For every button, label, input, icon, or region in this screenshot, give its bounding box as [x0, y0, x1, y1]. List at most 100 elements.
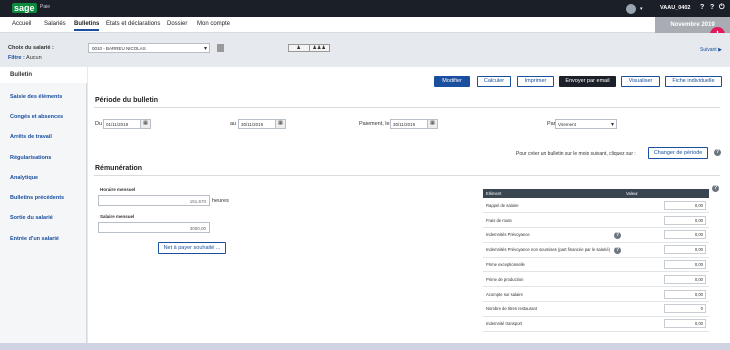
app-name: Paie	[40, 4, 51, 10]
payment-method-value: Virement	[558, 122, 576, 127]
help-icon[interactable]: ?	[614, 232, 621, 240]
row-label: Rappel de salaire	[486, 202, 519, 208]
send-email-button[interactable]: Envoyer par email	[559, 76, 616, 87]
help-icon[interactable]: ?	[700, 4, 704, 11]
filter-value: Aucun	[26, 55, 42, 61]
calendar-icon[interactable]: ▦	[275, 120, 285, 128]
calendar-icon[interactable]: ▦	[427, 120, 437, 128]
user-name[interactable]: VAAU_0402	[660, 5, 690, 11]
sidebar-item-saisie[interactable]: Saisie des éléments	[10, 94, 62, 100]
row-value-input[interactable]: 0,00	[664, 260, 706, 270]
date-paiement-value: 30/11/2019	[393, 122, 416, 127]
help-icon[interactable]: ?	[614, 246, 621, 254]
table-row: Frais de route 0,00	[483, 212, 709, 229]
row-value-input[interactable]: 0,00	[664, 200, 706, 210]
filter[interactable]: Filtre : Aucun	[8, 55, 42, 61]
row-label: Frais de route	[486, 217, 512, 223]
nav-accueil[interactable]: Accueil	[12, 21, 31, 27]
nav-salaries[interactable]: Salariés	[44, 21, 66, 27]
visualiser-button[interactable]: Visualiser	[621, 76, 660, 87]
employee-label: Choix du salarié :	[8, 45, 54, 51]
periode-title: Période du bulletin	[95, 97, 159, 104]
fiche-individuelle-button[interactable]: Fiche individuelle	[665, 76, 722, 87]
group-icon[interactable]: ♟♟♟	[310, 45, 330, 51]
header-valeur: Valeur	[623, 189, 709, 198]
payment-method-select[interactable]: Virement ▾	[555, 119, 617, 129]
row-value-input[interactable]: 0,00	[664, 230, 706, 240]
chevron-down-icon: ▾	[203, 46, 207, 52]
list-icon[interactable]	[217, 44, 224, 52]
sidebar-item-sortie[interactable]: Sortie du salarié	[10, 215, 53, 221]
date-paiement-input[interactable]: 30/11/2019 ▦	[390, 119, 438, 129]
row-value-cell: 0,00	[623, 242, 709, 258]
date-au-input[interactable]: 30/11/2019 ▦	[238, 119, 286, 129]
next-link[interactable]: Suivant ▶	[700, 47, 722, 53]
single-person-icon[interactable]: ♟	[289, 45, 310, 51]
calculer-button[interactable]: Calculer	[477, 76, 511, 87]
nav-bulletins[interactable]: Bulletins	[74, 21, 100, 31]
sidebar-item-conges[interactable]: Congés et absences	[10, 114, 63, 120]
table-row: Nombre de titres restaurant 0	[483, 301, 709, 317]
nav-etats[interactable]: Etats et déclarations	[106, 21, 160, 27]
table-header: Elément Valeur	[483, 189, 709, 198]
employee-selected: 0010 - BARREU NICOLAS	[92, 46, 146, 51]
horaire-input[interactable]: 151,670	[98, 195, 210, 206]
row-label-cell: Frais de route	[483, 212, 623, 229]
main-panel: Modifier Calculer Imprimer Envoyer par e…	[88, 67, 730, 343]
row-label-cell: Prime exceptionnelle	[483, 257, 623, 273]
row-value-cell: 0,00	[623, 212, 709, 229]
net-a-payer-button[interactable]: Net à payer souhaité ...	[158, 242, 226, 254]
row-value-cell: 0,00	[623, 227, 709, 243]
sidebar-item-analytique[interactable]: Analytique	[10, 175, 38, 181]
row-value-cell: 0	[623, 301, 709, 317]
sidebar-item-arrets[interactable]: Arrêts de travail	[10, 134, 52, 140]
date-du-value: 01/11/2019	[106, 122, 129, 127]
sidebar-item-bulletin[interactable]: Bulletin	[0, 67, 87, 83]
help-icon[interactable]: ?	[714, 149, 721, 156]
date-du-input[interactable]: 01/11/2019 ▦	[103, 119, 151, 129]
row-value-cell: 0,00	[623, 316, 709, 332]
table-row: Prime exceptionnelle 0,00	[483, 257, 709, 273]
calendar-icon[interactable]: ▦	[140, 120, 150, 128]
avatar[interactable]	[626, 4, 636, 14]
power-icon[interactable]: ⏻	[719, 4, 725, 12]
row-label: Acompte sur salaire	[486, 291, 524, 297]
bottom-bar	[0, 343, 730, 350]
chevron-down-icon[interactable]: ▾	[640, 6, 643, 12]
employee-select[interactable]: 0010 - BARREU NICOLAS ▾	[88, 43, 210, 53]
salaire-input[interactable]: 3000,00	[98, 222, 210, 233]
chevron-down-icon: ▾	[610, 122, 614, 128]
row-label-cell: Indemnité transport	[483, 316, 623, 332]
help-icon[interactable]: ?	[712, 185, 719, 192]
view-toggle[interactable]: ♟ ♟♟♟	[288, 44, 330, 52]
row-value-input[interactable]: 0,00	[664, 289, 706, 299]
modifier-button[interactable]: Modifier	[434, 76, 470, 87]
row-label-cell: Nombre de titres restaurant	[483, 301, 623, 317]
top-bar: sage Paie ▾ VAAU_0402 ? ? ⏻	[0, 0, 730, 17]
au-label: au	[230, 121, 237, 127]
salaire-label: Salaire mensuel	[100, 214, 135, 219]
row-value-input[interactable]: 0,00	[664, 319, 706, 329]
imprimer-button[interactable]: Imprimer	[517, 76, 554, 87]
main-nav: Accueil Salariés Bulletins Etats et décl…	[0, 17, 730, 33]
sidebar-item-entree[interactable]: Entrée d'un salarié	[10, 236, 59, 242]
row-value-input[interactable]: 0	[664, 304, 706, 314]
row-value-cell: 0,00	[623, 198, 709, 214]
sidebar-item-regularisations[interactable]: Régularisations	[10, 155, 51, 161]
nav-mon-compte[interactable]: Mon compte	[197, 21, 230, 27]
nav-dossier[interactable]: Dossier	[167, 21, 187, 27]
row-label-cell: Acompte sur salaire	[483, 286, 623, 303]
create-next-text: Pour créer un bulletin sur le mois suiva…	[516, 151, 636, 157]
du-label: Du	[95, 121, 103, 127]
table-row: Acompte sur salaire 0,00	[483, 286, 709, 303]
row-value-cell: 0,00	[623, 271, 709, 288]
sidebar-item-bulletins-precedents[interactable]: Bulletins précédents	[10, 195, 64, 201]
paiement-label: Paiement, le	[359, 121, 390, 127]
change-period-button[interactable]: Changer de période	[648, 147, 708, 159]
sidebar: Bulletin Saisie des éléments Congés et a…	[0, 67, 87, 343]
row-value-input[interactable]: 0,00	[664, 245, 706, 255]
row-value-input[interactable]: 0,00	[664, 274, 706, 284]
tips-icon[interactable]: ?	[710, 4, 714, 11]
table-row: Indemnités Prévoyance? 0,00	[483, 227, 709, 243]
row-value-input[interactable]: 0,00	[664, 215, 706, 225]
